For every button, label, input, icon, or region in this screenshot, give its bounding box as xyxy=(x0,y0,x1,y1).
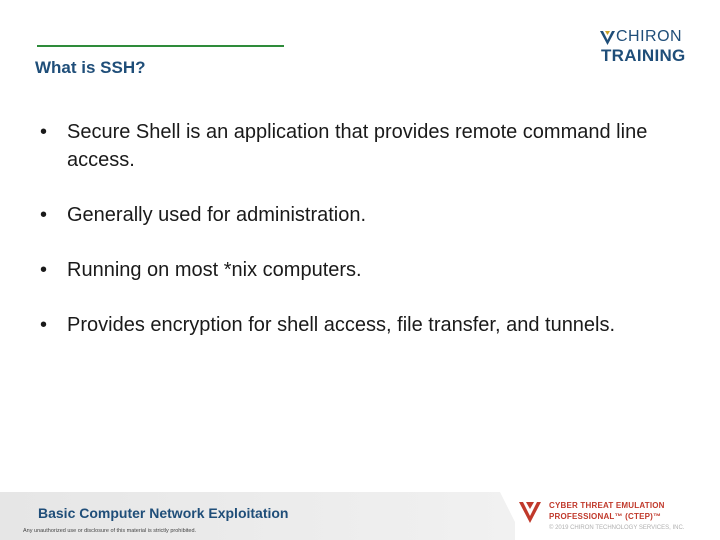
bullet-item: • Generally used for administration. xyxy=(40,201,690,229)
slide-title: What is SSH? xyxy=(35,58,146,77)
bullet-marker: • xyxy=(40,121,48,143)
footer-copyright: © 2019 CHIRON TECHNOLOGY SERVICES, INC. xyxy=(549,525,685,531)
title-underline xyxy=(37,45,284,47)
bullet-marker: • xyxy=(40,259,48,281)
bullet-text: Generally used for administration. xyxy=(67,204,367,226)
bullet-list: • Secure Shell is an application that pr… xyxy=(40,118,690,366)
ctep-title-line1: CYBER THREAT EMULATION xyxy=(549,501,665,510)
bullet-text: Secure Shell is an application that prov… xyxy=(67,121,648,171)
bullet-text: Provides encryption for shell access, fi… xyxy=(67,314,616,336)
bullet-marker: • xyxy=(40,204,48,226)
ctep-shield-icon xyxy=(519,502,541,523)
footer-course-name: Basic Computer Network Exploitation xyxy=(38,505,289,521)
bullet-item: • Provides encryption for shell access, … xyxy=(40,311,690,339)
chiron-training-logo: CHIRON TRAINING xyxy=(600,28,695,68)
logo-text-training: TRAINING xyxy=(601,46,686,65)
logo-text-chiron: CHIRON xyxy=(616,28,683,45)
bullet-item: • Secure Shell is an application that pr… xyxy=(40,118,690,174)
bullet-item: • Running on most *nix computers. xyxy=(40,256,690,284)
ctep-title-line2: PROFESSIONAL™ (CTEP)™ xyxy=(549,512,662,521)
bullet-marker: • xyxy=(40,314,48,336)
footer-disclaimer: Any unauthorized use or disclosure of th… xyxy=(23,528,197,534)
chiron-shield-icon xyxy=(600,31,615,45)
bullet-text: Running on most *nix computers. xyxy=(67,259,362,281)
